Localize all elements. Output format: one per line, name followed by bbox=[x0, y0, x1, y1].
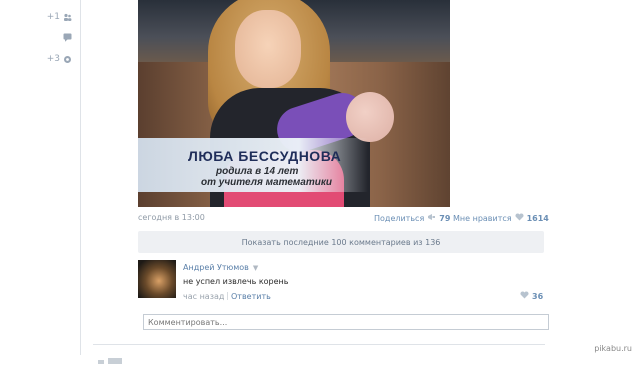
people-icon bbox=[63, 13, 72, 22]
share-count: 79 bbox=[439, 213, 451, 223]
heart-icon bbox=[520, 291, 529, 301]
comment-author-row: Андрей Утюмов ▼ bbox=[183, 263, 258, 272]
caption-name: ЛЮБА БЕССУДНОВА bbox=[188, 148, 342, 164]
photo-face bbox=[235, 10, 301, 88]
comment-input[interactable]: Комментировать... bbox=[143, 314, 549, 330]
caption-line-1: родила в 14 лет bbox=[216, 166, 299, 177]
likes-counter[interactable]: +1 bbox=[47, 12, 72, 22]
left-action-bar: +1 +3 bbox=[0, 0, 81, 355]
comment-button[interactable] bbox=[63, 33, 72, 42]
comment-text: не успел извлечь корень bbox=[183, 277, 289, 286]
shares-count: +3 bbox=[46, 54, 60, 64]
photo-baby bbox=[346, 92, 394, 142]
like-button[interactable]: Мне нравится 1614 bbox=[453, 213, 549, 223]
reply-button[interactable]: Ответить bbox=[231, 292, 271, 301]
comment-like-button[interactable]: 36 bbox=[520, 291, 543, 301]
watermark: pikabu.ru bbox=[594, 344, 632, 353]
comment-icon bbox=[63, 33, 72, 42]
comment-like-count: 36 bbox=[532, 291, 544, 301]
avatar[interactable] bbox=[138, 260, 176, 298]
heart-icon bbox=[515, 213, 524, 223]
show-more-comments-button[interactable]: Показать последние 100 комментариев из 1… bbox=[138, 231, 544, 253]
comment-time[interactable]: час назад bbox=[183, 292, 224, 301]
chevron-down-icon[interactable]: ▼ bbox=[253, 264, 258, 272]
likes-count: +1 bbox=[46, 12, 60, 22]
post-divider bbox=[93, 344, 545, 345]
like-count: 1614 bbox=[526, 213, 549, 223]
post-date[interactable]: сегодня в 13:00 bbox=[138, 213, 205, 222]
like-label: Мне нравится bbox=[453, 213, 512, 223]
caption-line-2: от учителя математики bbox=[201, 177, 333, 188]
share-label: Поделиться bbox=[374, 213, 425, 223]
share-button[interactable]: Поделиться 79 bbox=[374, 213, 450, 223]
megaphone-icon bbox=[427, 213, 436, 223]
shares-counter[interactable]: +3 bbox=[47, 54, 72, 64]
gear-icon bbox=[63, 55, 72, 64]
post-photo[interactable]: ЛЮБА БЕССУДНОВА родила в 14 лет от учите… bbox=[138, 0, 450, 207]
next-post-fragment bbox=[98, 349, 128, 364]
comment-author[interactable]: Андрей Утюмов bbox=[183, 263, 249, 272]
separator: | bbox=[226, 291, 229, 300]
